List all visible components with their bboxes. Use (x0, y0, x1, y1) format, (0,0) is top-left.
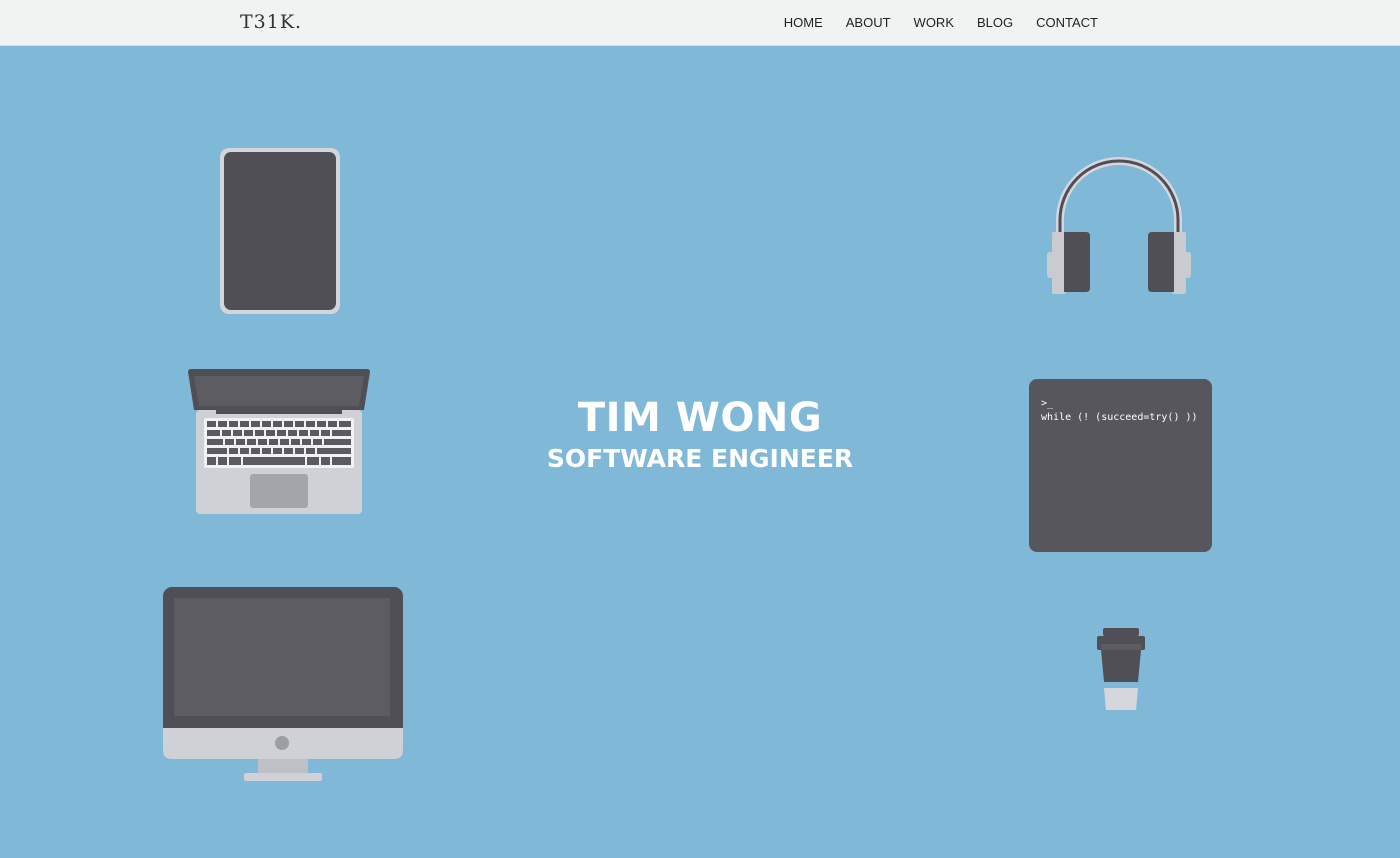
navbar: T31K. HOME ABOUT WORK BLOG CONTACT (0, 0, 1400, 46)
nav-blog-link[interactable]: BLOG (977, 15, 1013, 30)
nav-menu: HOME ABOUT WORK BLOG CONTACT (784, 15, 1098, 30)
nav-work-link[interactable]: WORK (914, 15, 954, 30)
tablet-icon (220, 148, 340, 314)
hero-section: >_ while (! (succeed=try() )) TIM WONG S… (0, 46, 1400, 858)
nav-contact-link[interactable]: CONTACT (1036, 15, 1098, 30)
laptop-icon (188, 369, 370, 514)
nav-about-link[interactable]: ABOUT (846, 15, 891, 30)
hero-name: TIM WONG (577, 395, 823, 441)
headphones-icon (1047, 157, 1191, 294)
desktop-monitor-icon (163, 587, 403, 781)
site-logo[interactable]: T31K. (240, 11, 302, 33)
nav-home-link[interactable]: HOME (784, 15, 823, 30)
hero-job-title: SOFTWARE ENGINEER (546, 444, 854, 473)
coffee-cup-icon (1097, 628, 1145, 710)
